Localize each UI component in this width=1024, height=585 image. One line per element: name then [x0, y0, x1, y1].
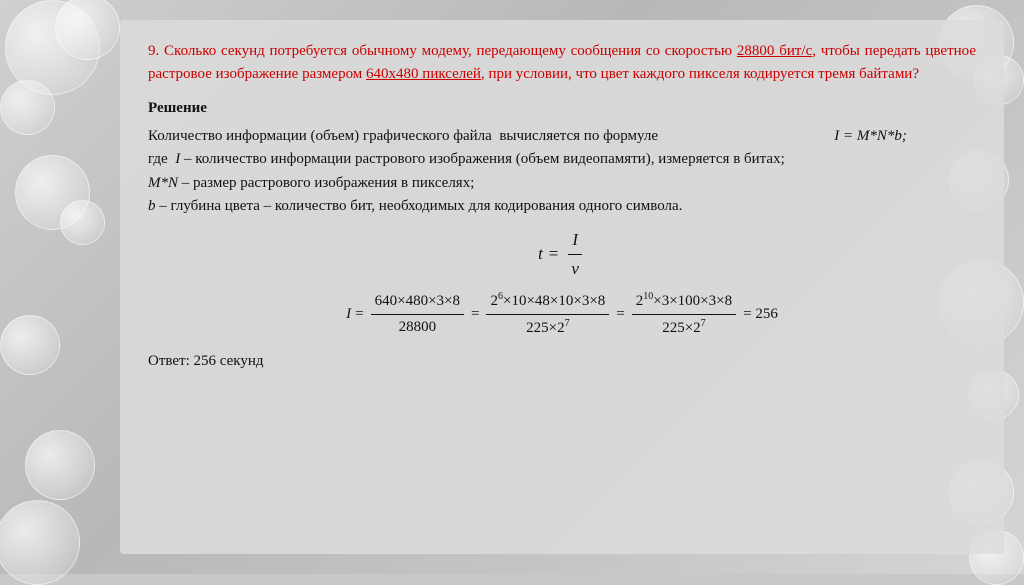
bubble-7 [25, 430, 95, 500]
frac-1: 640×480×3×8 28800 [371, 289, 464, 339]
solution-line-2: где I – количество информации растрового… [148, 148, 976, 171]
answer-line: Ответ: 256 секунд [148, 350, 976, 373]
question-text: 9. Сколько секунд потребуется обычному м… [148, 40, 976, 87]
content-card: 9. Сколько секунд потребуется обычному м… [120, 20, 1004, 554]
solution-header: Решение [148, 97, 976, 120]
i-formula: I = 640×480×3×8 28800 = 26×10×48×10×3×8 … [148, 288, 976, 340]
question-number: 9. [148, 43, 159, 59]
solution-line-1: Количество информации (объем) графическо… [148, 125, 976, 148]
t-formula: t = I v [148, 226, 976, 282]
bubble-6 [0, 315, 60, 375]
bubble-3 [0, 80, 55, 135]
t-fraction: I v [567, 226, 583, 282]
bubble-5 [60, 200, 105, 245]
solution-line-4: b – глубина цвета – количество бит, необ… [148, 195, 976, 218]
solution-line-3: M*N – размер растрового изображения в пи… [148, 172, 976, 195]
frac-2: 26×10×48×10×3×8 225×27 [486, 288, 609, 340]
frac-3: 210×3×100×3×8 225×27 [632, 288, 736, 340]
question-body: Сколько секунд потребуется обычному моде… [148, 43, 976, 82]
